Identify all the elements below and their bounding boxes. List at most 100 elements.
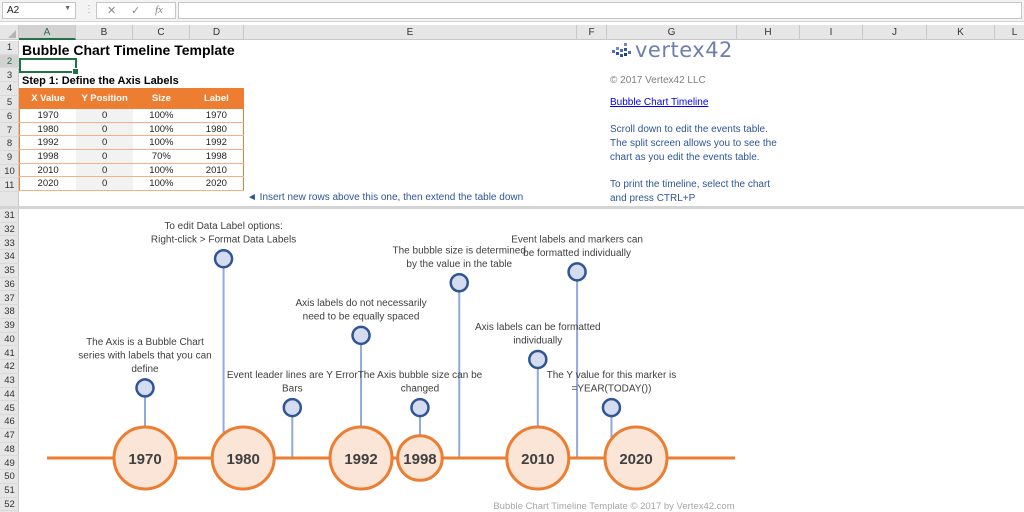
row-header-48[interactable]: 48 (0, 443, 19, 457)
row-header-39[interactable]: 39 (0, 319, 19, 333)
name-box[interactable]: A2 ▼ (2, 2, 76, 19)
event-label[interactable]: The Axis bubble size can be (358, 370, 483, 381)
axis-bubble-label[interactable]: 2010 (521, 451, 554, 468)
column-header-b[interactable]: B (76, 25, 133, 40)
chevron-down-icon[interactable]: ▼ (64, 5, 71, 12)
event-label[interactable]: define (131, 364, 159, 375)
event-label[interactable]: Axis labels do not necessarily (295, 298, 426, 309)
header-size[interactable]: Size (133, 88, 190, 109)
event-marker[interactable] (601, 397, 622, 418)
bubble-chart-timeline-link[interactable]: Bubble Chart Timeline (610, 97, 708, 108)
chart-footer[interactable]: Bubble Chart Timeline Template © 2017 by… (493, 501, 734, 512)
header-x-value[interactable]: X Value (19, 88, 77, 109)
row-header-4[interactable]: 4 (0, 82, 19, 96)
cell-label[interactable]: 2010 (189, 163, 244, 178)
cell-label[interactable]: 1970 (189, 108, 244, 123)
cell-x-value[interactable]: 1998 (19, 149, 77, 164)
cell-x-value[interactable]: 2020 (19, 176, 77, 192)
column-header-e[interactable]: E (244, 25, 577, 40)
event-marker[interactable] (282, 397, 303, 418)
axis-bubble-label[interactable]: 1980 (227, 451, 260, 468)
row-header-3[interactable]: 3 (0, 69, 19, 83)
event-marker[interactable] (449, 273, 469, 293)
column-header-i[interactable]: I (800, 25, 863, 40)
row-header-33[interactable]: 33 (0, 237, 19, 251)
row-header-45[interactable]: 45 (0, 402, 19, 416)
row-header-37[interactable]: 37 (0, 292, 19, 306)
row-header-43[interactable]: 43 (0, 374, 19, 388)
cell-x-value[interactable]: 1970 (19, 108, 77, 123)
event-label[interactable]: Event labels and markers can (511, 234, 643, 245)
event-label[interactable]: The Axis is a Bubble Chart (86, 337, 204, 348)
event-label[interactable]: To edit Data Label options: (164, 221, 282, 232)
cell-y-position[interactable]: 0 (76, 108, 134, 123)
cancel-icon[interactable]: ✕ (107, 4, 116, 17)
cell-y-position[interactable]: 0 (76, 122, 134, 137)
row-header-32[interactable]: 32 (0, 223, 19, 237)
column-header-f[interactable]: F (577, 25, 607, 40)
axis-bubble-label[interactable]: 1998 (403, 451, 436, 468)
column-header-d[interactable]: D (190, 25, 244, 40)
row-header-34[interactable]: 34 (0, 250, 19, 264)
row-header-44[interactable]: 44 (0, 388, 19, 402)
row-header-31[interactable]: 31 (0, 209, 19, 223)
column-header-h[interactable]: H (737, 25, 800, 40)
column-header-k[interactable]: K (927, 25, 995, 40)
column-header-j[interactable]: J (863, 25, 927, 40)
cell-x-value[interactable]: 2010 (19, 163, 77, 178)
event-label[interactable]: series with labels that you can (78, 350, 211, 361)
cell-label[interactable]: 1980 (189, 122, 244, 137)
row-header-42[interactable]: 42 (0, 360, 19, 374)
row-header-50[interactable]: 50 (0, 470, 19, 484)
row-header-9[interactable]: 9 (0, 151, 19, 165)
axis-bubble-label[interactable]: 1992 (344, 451, 377, 468)
event-label[interactable]: The bubble size is determined (393, 245, 526, 256)
row-header-49[interactable]: 49 (0, 457, 19, 471)
event-label[interactable]: need to be equally spaced (303, 311, 420, 322)
cell-x-value[interactable]: 1992 (19, 135, 77, 151)
header-y-position[interactable]: Y Position (76, 88, 134, 109)
row-header-35[interactable]: 35 (0, 264, 19, 278)
row-header-11[interactable]: 11 (0, 179, 19, 193)
row-header-1[interactable]: 1 (0, 41, 19, 55)
event-label[interactable]: Axis labels can be formatted (475, 322, 601, 333)
event-label[interactable]: The Y value for this marker is (547, 370, 677, 381)
row-header-5[interactable]: 5 (0, 96, 19, 110)
row-header-51[interactable]: 51 (0, 484, 19, 498)
cell-y-position[interactable]: 0 (76, 149, 134, 164)
cell-size[interactable]: 100% (133, 108, 190, 123)
cell-y-position[interactable]: 0 (76, 135, 134, 151)
row-header-2[interactable]: 2 (0, 54, 19, 69)
cell-label[interactable]: 1992 (189, 135, 244, 151)
formula-input[interactable] (178, 2, 1022, 19)
column-header-a[interactable]: A (19, 25, 76, 40)
cell-size[interactable]: 70% (133, 149, 190, 164)
event-label[interactable]: Bars (282, 384, 303, 395)
row-header-41[interactable]: 41 (0, 347, 19, 361)
row-header-40[interactable]: 40 (0, 333, 19, 347)
row-header-52[interactable]: 52 (0, 498, 19, 512)
event-label[interactable]: be formatted individually (523, 248, 631, 259)
cell-size[interactable]: 100% (133, 122, 190, 137)
axis-bubble-label[interactable]: 2020 (619, 451, 652, 468)
event-label[interactable]: individually (513, 335, 562, 346)
row-header-8[interactable]: 8 (0, 137, 19, 151)
event-label[interactable]: changed (401, 384, 439, 395)
column-header-l[interactable]: L (995, 25, 1024, 40)
row-header-46[interactable]: 46 (0, 415, 19, 429)
row-header-10[interactable]: 10 (0, 165, 19, 179)
event-marker[interactable] (567, 262, 587, 282)
cell-label[interactable]: 1998 (189, 149, 244, 164)
event-marker[interactable] (213, 248, 234, 269)
cell-y-position[interactable]: 0 (76, 163, 134, 178)
cell-size[interactable]: 100% (133, 135, 190, 151)
event-label[interactable]: Event leader lines are Y Error (227, 370, 358, 381)
row-header-36[interactable]: 36 (0, 278, 19, 292)
drag-handle-icon[interactable]: ⋮ (84, 4, 94, 15)
event-marker[interactable] (410, 397, 430, 418)
enter-icon[interactable]: ✓ (131, 4, 140, 17)
bubble-timeline-chart[interactable]: 1970 1980 1992 1998 2010 2020 The Axis is a Bu… (19, 209, 1024, 512)
event-label[interactable]: Right-click > Format Data Labels (151, 235, 296, 246)
row-header-38[interactable]: 38 (0, 305, 19, 319)
row-header-47[interactable]: 47 (0, 429, 19, 443)
